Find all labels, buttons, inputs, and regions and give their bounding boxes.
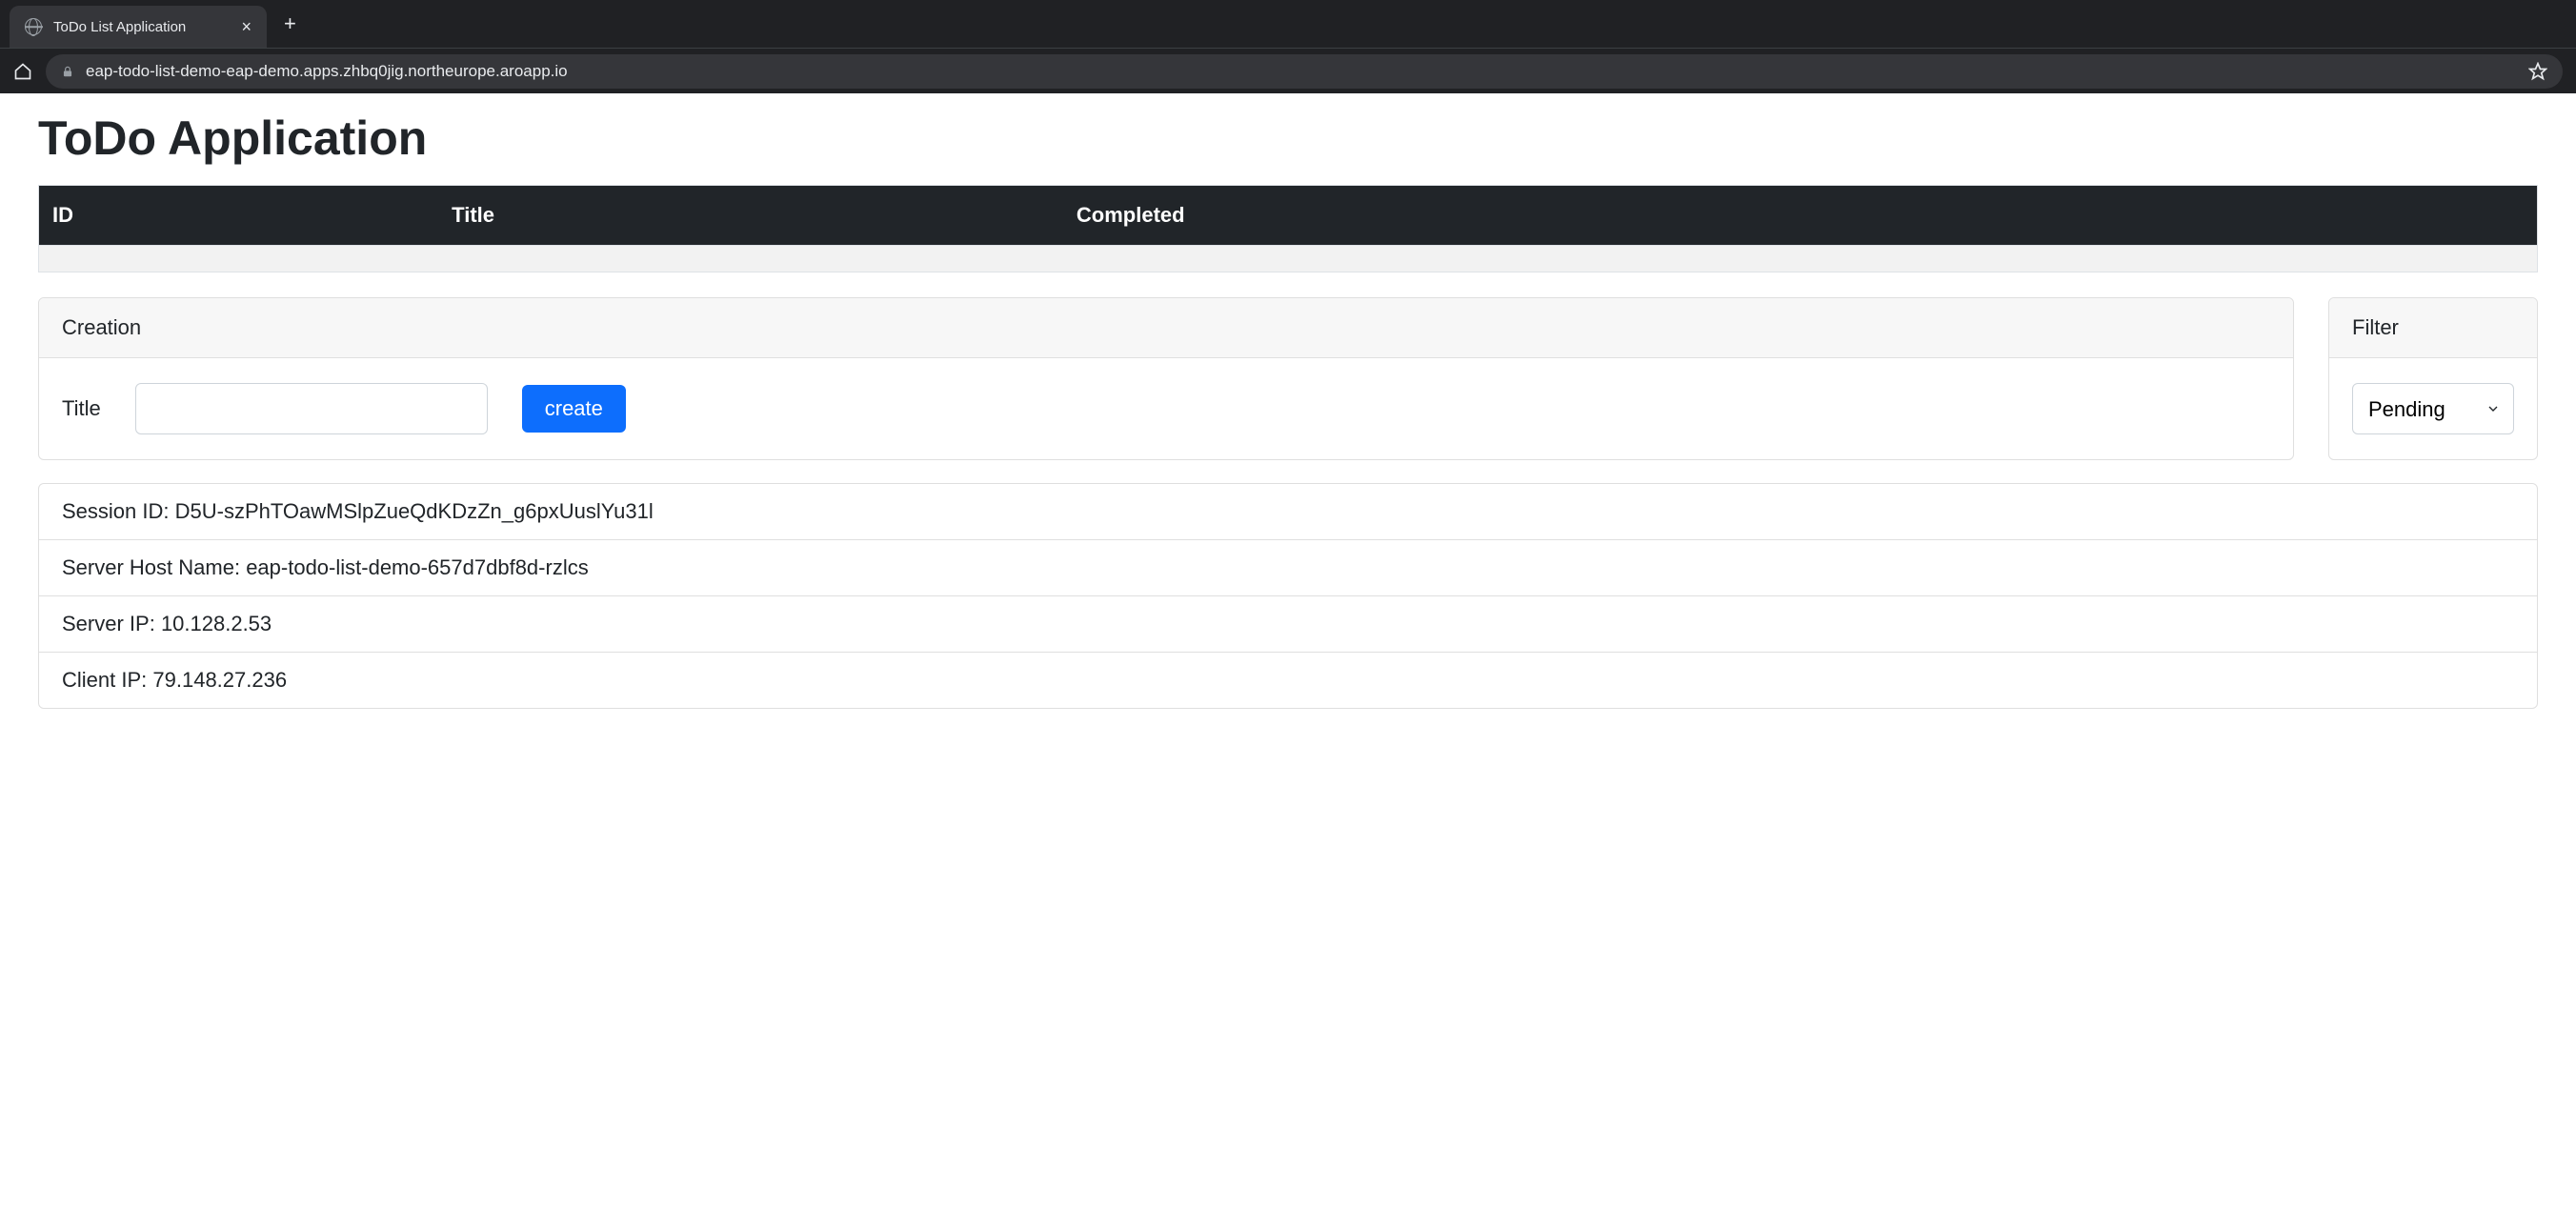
info-list: Session ID: D5U-szPhTOawMSlpZueQdKDzZn_g…	[38, 483, 2538, 709]
home-icon[interactable]	[13, 62, 32, 81]
page-title: ToDo Application	[38, 111, 2538, 166]
info-host-value: eap-todo-list-demo-657d7dbf8d-rzlcs	[246, 555, 589, 579]
creation-header: Creation	[39, 298, 2293, 358]
todo-table: ID Title Completed	[38, 185, 2538, 272]
title-label: Title	[62, 396, 101, 421]
filter-card: Filter Pending	[2328, 297, 2538, 460]
new-tab-button[interactable]: +	[284, 13, 296, 34]
creation-card: Creation Title create	[38, 297, 2294, 460]
create-button[interactable]: create	[522, 385, 626, 433]
table-empty-row	[39, 246, 2538, 272]
info-server-ip-value: 10.128.2.53	[161, 612, 272, 635]
info-client-ip-value: 79.148.27.236	[152, 668, 287, 692]
url-text: eap-todo-list-demo-eap-demo.apps.zhbq0ji…	[86, 62, 2517, 81]
bookmark-star-icon[interactable]	[2528, 62, 2547, 81]
info-session: Session ID: D5U-szPhTOawMSlpZueQdKDzZn_g…	[39, 484, 2537, 540]
info-host: Server Host Name: eap-todo-list-demo-657…	[39, 540, 2537, 596]
tab-bar: ToDo List Application × +	[0, 0, 2576, 48]
col-id: ID	[39, 186, 439, 246]
close-icon[interactable]: ×	[241, 18, 252, 35]
browser-tab[interactable]: ToDo List Application ×	[10, 6, 267, 48]
info-client-ip: Client IP: 79.148.27.236	[39, 653, 2537, 708]
info-session-label: Session ID:	[62, 499, 170, 523]
info-server-ip: Server IP: 10.128.2.53	[39, 596, 2537, 653]
address-bar: eap-todo-list-demo-eap-demo.apps.zhbq0ji…	[0, 48, 2576, 93]
tab-title: ToDo List Application	[53, 19, 230, 35]
info-client-ip-label: Client IP:	[62, 668, 147, 692]
info-server-ip-label: Server IP:	[62, 612, 155, 635]
omnibox[interactable]: eap-todo-list-demo-eap-demo.apps.zhbq0ji…	[46, 54, 2563, 89]
table-header-row: ID Title Completed	[39, 186, 2538, 246]
filter-header: Filter	[2329, 298, 2537, 358]
info-host-label: Server Host Name:	[62, 555, 240, 579]
col-title: Title	[438, 186, 1063, 246]
title-input[interactable]	[135, 383, 488, 434]
page-content: ToDo Application ID Title Completed Crea…	[0, 111, 2576, 747]
filter-select[interactable]: Pending	[2352, 383, 2514, 434]
globe-icon	[25, 18, 42, 35]
browser-chrome: ToDo List Application × + eap-todo-list-…	[0, 0, 2576, 93]
lock-icon	[61, 65, 74, 78]
col-completed: Completed	[1063, 186, 2538, 246]
info-session-value: D5U-szPhTOawMSlpZueQdKDzZn_g6pxUuslYu31l	[175, 499, 654, 523]
